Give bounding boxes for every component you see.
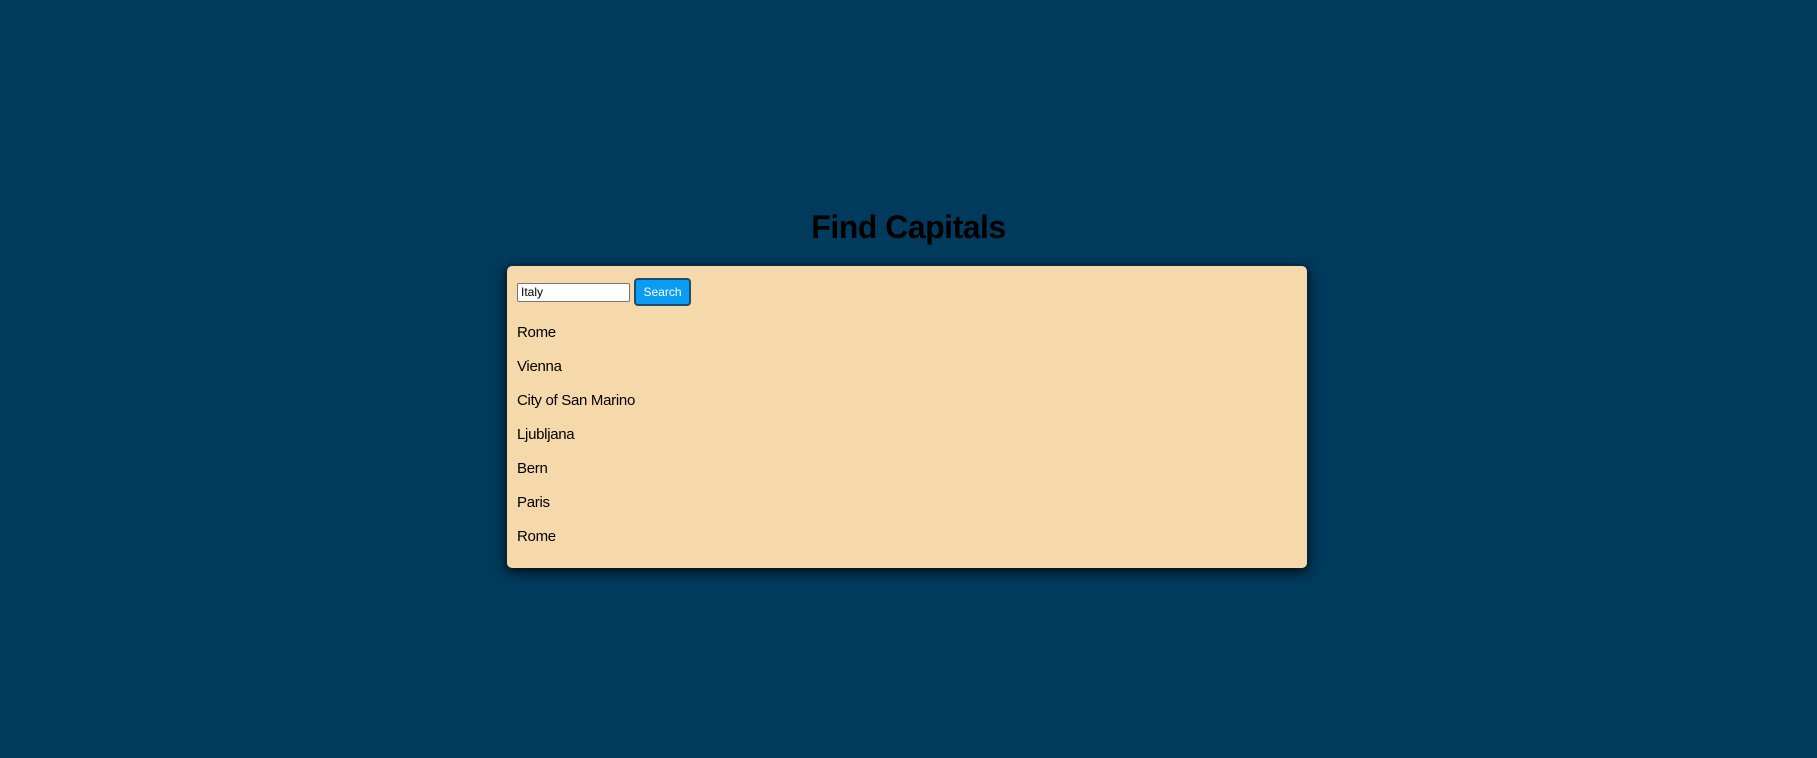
list-item: Rome — [517, 324, 556, 341]
list-item: Bern — [517, 460, 548, 477]
search-card: Search Rome Vienna City of San Marino Lj… — [507, 266, 1307, 568]
list-item: Ljubljana — [517, 426, 575, 443]
search-button[interactable]: Search — [634, 278, 691, 306]
list-item: City of San Marino — [517, 392, 635, 409]
page-title: Find Capitals — [811, 209, 1006, 245]
search-bar: Search — [517, 277, 1297, 307]
results-list: Rome Vienna City of San Marino Ljubljana… — [517, 316, 1297, 554]
search-input[interactable] — [517, 282, 630, 302]
page: Find Capitals Search Rome Vienna City of… — [0, 0, 1817, 758]
list-item: Rome — [517, 528, 556, 545]
list-item: Vienna — [517, 358, 562, 375]
list-item: Paris — [517, 494, 550, 511]
